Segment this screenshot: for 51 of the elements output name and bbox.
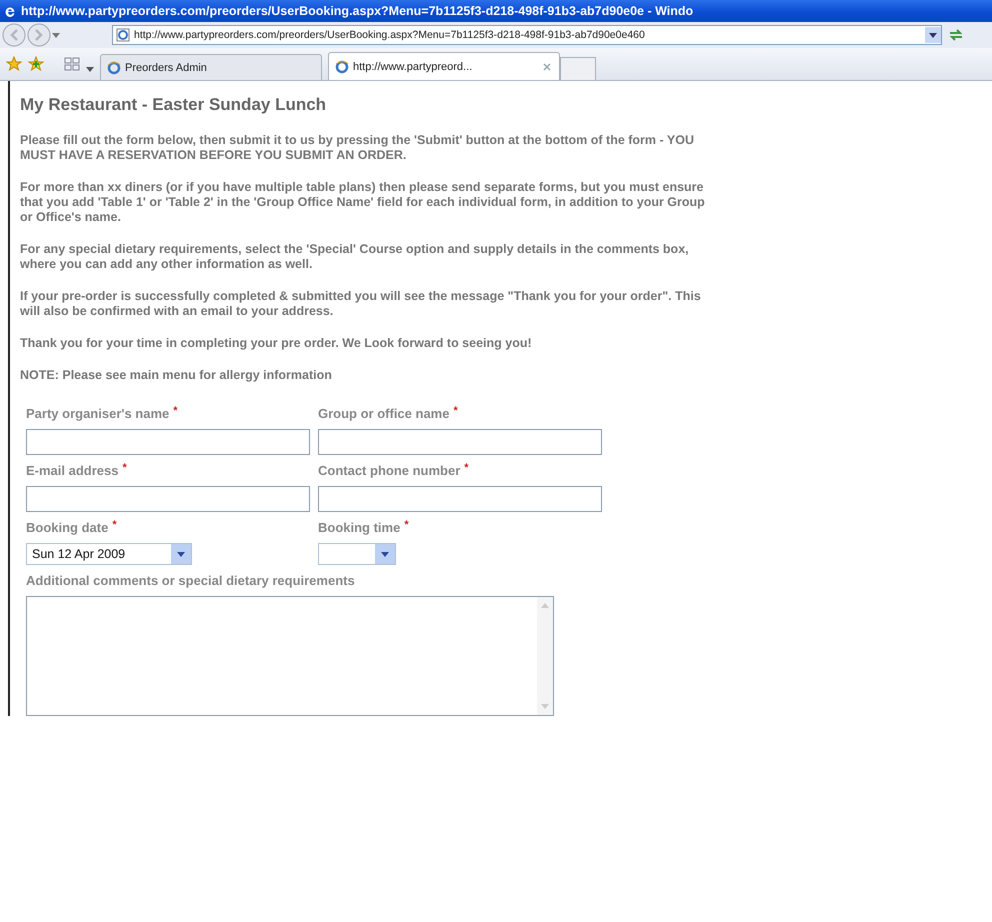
caret-icon [929, 32, 937, 38]
quick-tabs-icon[interactable] [64, 56, 80, 72]
scroll-up-arrow-icon[interactable] [541, 603, 549, 608]
favorites-star-icon[interactable] [6, 56, 22, 72]
caret-icon [177, 552, 185, 556]
field-label: Additional comments or special dietary requirements [26, 572, 356, 590]
browser-tab[interactable]: Preorders Admin [100, 54, 322, 80]
field-label: Group or office name [318, 405, 450, 423]
comments-text-area[interactable] [26, 596, 554, 716]
close-tab-button[interactable] [541, 60, 553, 72]
new-tab-button[interactable] [560, 57, 596, 80]
caret-icon [381, 552, 389, 556]
browser-tab[interactable]: http://www.partypreord... [328, 52, 560, 80]
required-marker: * [464, 461, 469, 474]
instruction-text: NOTE: Please see main menu for allergy information [20, 368, 333, 383]
input-field[interactable] [318, 486, 602, 512]
page-icon [116, 28, 130, 42]
forward-button[interactable] [27, 23, 51, 47]
window-title: http://www.partypreorders.com/preorders/UserBooking.aspx?Menu=7b1125f3-d218-498f-91b3-ab7d90e0e - Windo [21, 4, 694, 18]
back-button[interactable] [2, 23, 26, 47]
dropdown-field[interactable] [318, 543, 396, 565]
instruction-text: For more than xx diners (or if you have multiple table plans) then please send separate forms, but you must ensure that you add 'Table 1' or 'Table 2' in the 'Group Office Name' field for each individual form, in addition to your Group or Office's name. [20, 180, 706, 225]
required-marker: * [122, 461, 127, 474]
field-label: Party organiser's name [26, 405, 170, 423]
url-text: http://www.partypreorders.com/preorders/UserBooking.aspx?Menu=7b1125f3-d218-498f-91b3-ab7d90e0e460 [134, 29, 646, 41]
required-marker: * [173, 404, 178, 417]
instruction-text: For any special dietary requirements, select the 'Special' Course option and supply details in the comments box, where you can add any other information as well. [20, 242, 690, 272]
dropdown-caret-icon[interactable] [52, 32, 60, 38]
page-heading: My Restaurant - Easter Sunday Lunch [20, 95, 328, 115]
input-field[interactable] [26, 429, 310, 455]
add-favorite-icon[interactable] [28, 56, 44, 72]
dropdown-field[interactable]: Sun 12 Apr 2009 [26, 543, 192, 565]
refresh-arrows-icon[interactable] [948, 28, 964, 42]
field-label: Booking date [26, 519, 108, 537]
input-field[interactable] [26, 486, 310, 512]
scroll-down-arrow-icon[interactable] [541, 704, 549, 709]
address-dropdown-button[interactable] [925, 27, 941, 43]
field-label: E-mail address [26, 462, 118, 480]
instruction-text: If your pre-order is successfully completed & submitted you will see the message "Thank you for your order". This will also be confirmed with an email to your address. [20, 289, 702, 319]
required-marker: * [404, 518, 409, 531]
required-marker: * [112, 518, 117, 531]
address-field[interactable]: http://www.partypreorders.com/preorders/UserBooking.aspx?Menu=7b1125f3-d218-498f-91b3-ab7d90e0e460 [112, 25, 942, 45]
instruction-text: Thank you for your time in completing your pre order. We Look forward to seeing you! [20, 336, 533, 351]
page-icon [107, 60, 121, 74]
tab-list-caret-icon[interactable] [86, 67, 94, 72]
input-field[interactable] [318, 429, 602, 455]
field-label: Booking time [318, 519, 400, 537]
instruction-text: Please fill out the form below, then submit it to us by pressing the 'Submit' button at the bottom of the form - YOU MUST HAVE A RESERVATION BEFORE YOU SUBMIT AN ORDER. [20, 133, 696, 163]
page-icon [335, 60, 349, 74]
field-label: Contact phone number [318, 462, 460, 480]
required-marker: * [453, 404, 458, 417]
